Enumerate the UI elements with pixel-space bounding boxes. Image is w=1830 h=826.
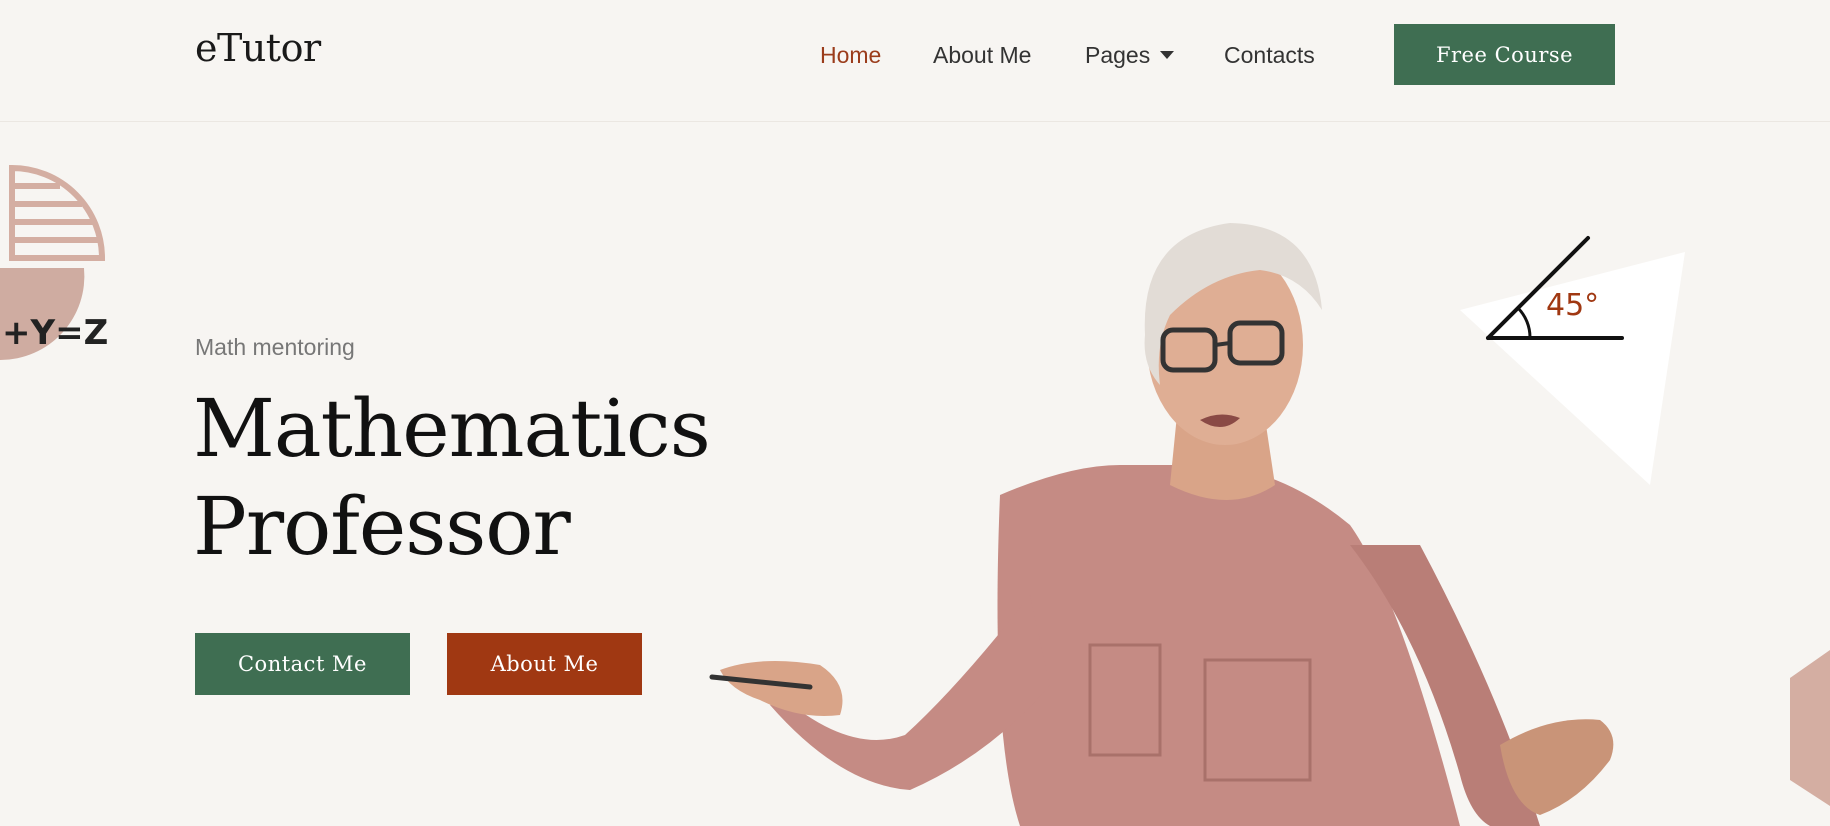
nav-item-pages-label: Pages (1085, 42, 1151, 68)
professor-photo (709, 223, 1614, 826)
math-decoration-left: +Y=Z (0, 164, 108, 361)
site-header: eTutor Home About Me Pages Contacts Free… (0, 0, 1830, 122)
blouse-shape (997, 465, 1460, 826)
contact-me-button[interactable]: Contact Me (195, 633, 410, 695)
about-me-button[interactable]: About Me (447, 633, 642, 695)
headline-line-2: Professor (193, 480, 571, 573)
nav-item-about-me[interactable]: About Me (933, 38, 1031, 72)
quarter-circle-lines-icon (9, 164, 106, 261)
nav-item-contacts[interactable]: Contacts (1224, 38, 1315, 72)
hero-headline: Mathematics Professor (193, 380, 711, 576)
equation-text: +Y=Z (2, 313, 108, 353)
hero-eyebrow: Math mentoring (195, 334, 355, 360)
chevron-down-icon (1160, 50, 1175, 59)
hexagon-decoration (1790, 650, 1830, 806)
nav-item-home[interactable]: Home (820, 38, 881, 72)
site-logo[interactable]: eTutor (195, 26, 321, 70)
left-hand-shape (720, 661, 843, 716)
headline-line-1: Mathematics (193, 382, 711, 475)
free-course-button[interactable]: Free Course (1394, 24, 1615, 85)
nav-item-pages[interactable]: Pages (1085, 38, 1175, 72)
